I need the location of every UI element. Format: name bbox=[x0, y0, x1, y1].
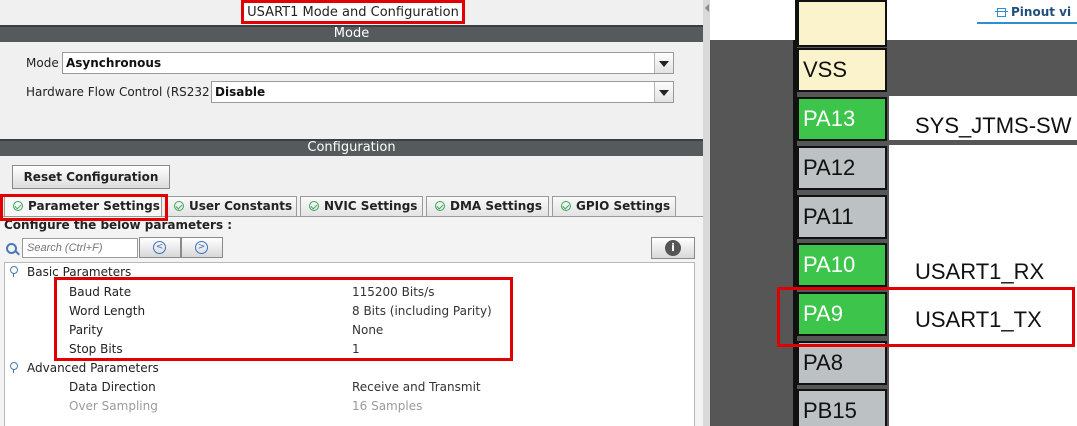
usart-config-panel: USART1 Mode and Configuration Mode Mode … bbox=[0, 0, 703, 426]
tab-label: GPIO Settings bbox=[576, 199, 671, 213]
configuration-section-header: Configuration bbox=[0, 139, 703, 156]
info-button[interactable]: i bbox=[651, 237, 695, 259]
tree-node-icon bbox=[10, 362, 18, 373]
search-icon bbox=[6, 243, 17, 254]
advanced-parameters-group[interactable]: Advanced Parameters bbox=[10, 361, 159, 375]
pin-top-partial[interactable] bbox=[795, 0, 887, 47]
pin-pa13-signal: SYS_JTMS-SW bbox=[915, 113, 1072, 138]
mode-select[interactable]: Asynchronous bbox=[62, 52, 674, 74]
pin-pb15[interactable]: PB15 bbox=[795, 389, 887, 426]
pin-pa13[interactable]: PA13 bbox=[795, 97, 887, 141]
search-input[interactable] bbox=[22, 238, 138, 258]
pin-vss[interactable]: VSS bbox=[795, 48, 887, 92]
pinout-view-tab[interactable]: Pinout vi bbox=[977, 3, 1077, 24]
pin-pa12[interactable]: PA12 bbox=[795, 146, 887, 190]
mode-section-header: Mode bbox=[0, 25, 703, 42]
pin-pa10-signal: USART1_RX bbox=[915, 259, 1045, 284]
info-icon: i bbox=[665, 240, 681, 256]
highlight-basic-parameters bbox=[54, 277, 513, 361]
chevron-down-icon[interactable] bbox=[654, 53, 673, 73]
check-circle-icon bbox=[309, 201, 319, 211]
pin-pa11[interactable]: PA11 bbox=[795, 195, 887, 239]
check-circle-icon bbox=[174, 201, 184, 211]
chip-icon bbox=[995, 8, 1008, 17]
arrow-left-icon: < bbox=[153, 241, 166, 254]
arrow-right-icon: > bbox=[195, 241, 208, 254]
tab-label: User Constants bbox=[189, 199, 293, 213]
tab-nvic-settings[interactable]: NVIC Settings bbox=[300, 196, 423, 216]
tab-label: NVIC Settings bbox=[324, 199, 418, 213]
param-value-over-sampling: 16 Samples bbox=[352, 399, 423, 413]
highlight-parameter-tab bbox=[0, 194, 168, 221]
flow-control-select[interactable]: Disable bbox=[211, 81, 674, 103]
pin-pa10[interactable]: PA10 bbox=[795, 243, 887, 287]
param-value-data-direction[interactable]: Receive and Transmit bbox=[352, 380, 481, 394]
tab-user-constants[interactable]: User Constants bbox=[165, 196, 297, 216]
flow-control-value: Disable bbox=[215, 85, 266, 99]
tab-label: DMA Settings bbox=[450, 199, 543, 213]
pinout-view-panel: Pinout vi VSS PA13 SYS_JTMS-SW PA12 PA11… bbox=[703, 0, 1077, 426]
flow-control-label: Hardware Flow Control (RS232) bbox=[26, 85, 215, 99]
param-name-data-direction: Data Direction bbox=[69, 380, 156, 394]
check-circle-icon bbox=[435, 201, 445, 211]
pinout-view-label: Pinout vi bbox=[1011, 5, 1072, 19]
highlight-pa9-tx bbox=[777, 287, 1075, 347]
mode-select-value: Asynchronous bbox=[66, 56, 162, 70]
tab-gpio-settings[interactable]: GPIO Settings bbox=[552, 196, 676, 216]
dialog-title: USART1 Mode and Configuration bbox=[241, 0, 465, 24]
mode-label: Mode bbox=[26, 56, 59, 70]
tree-node-icon bbox=[10, 266, 18, 277]
search-next-button[interactable]: > bbox=[181, 237, 223, 258]
pin-pa8[interactable]: PA8 bbox=[795, 341, 887, 385]
search-previous-button[interactable]: < bbox=[139, 237, 181, 258]
reset-configuration-button[interactable]: Reset Configuration bbox=[12, 165, 170, 189]
tab-dma-settings[interactable]: DMA Settings bbox=[426, 196, 549, 216]
chevron-down-icon[interactable] bbox=[654, 82, 673, 102]
signal-area bbox=[889, 339, 1077, 426]
group-label: Advanced Parameters bbox=[27, 361, 159, 375]
panel-splitter[interactable] bbox=[703, 0, 710, 426]
param-name-over-sampling: Over Sampling bbox=[69, 399, 158, 413]
check-circle-icon bbox=[561, 201, 571, 211]
